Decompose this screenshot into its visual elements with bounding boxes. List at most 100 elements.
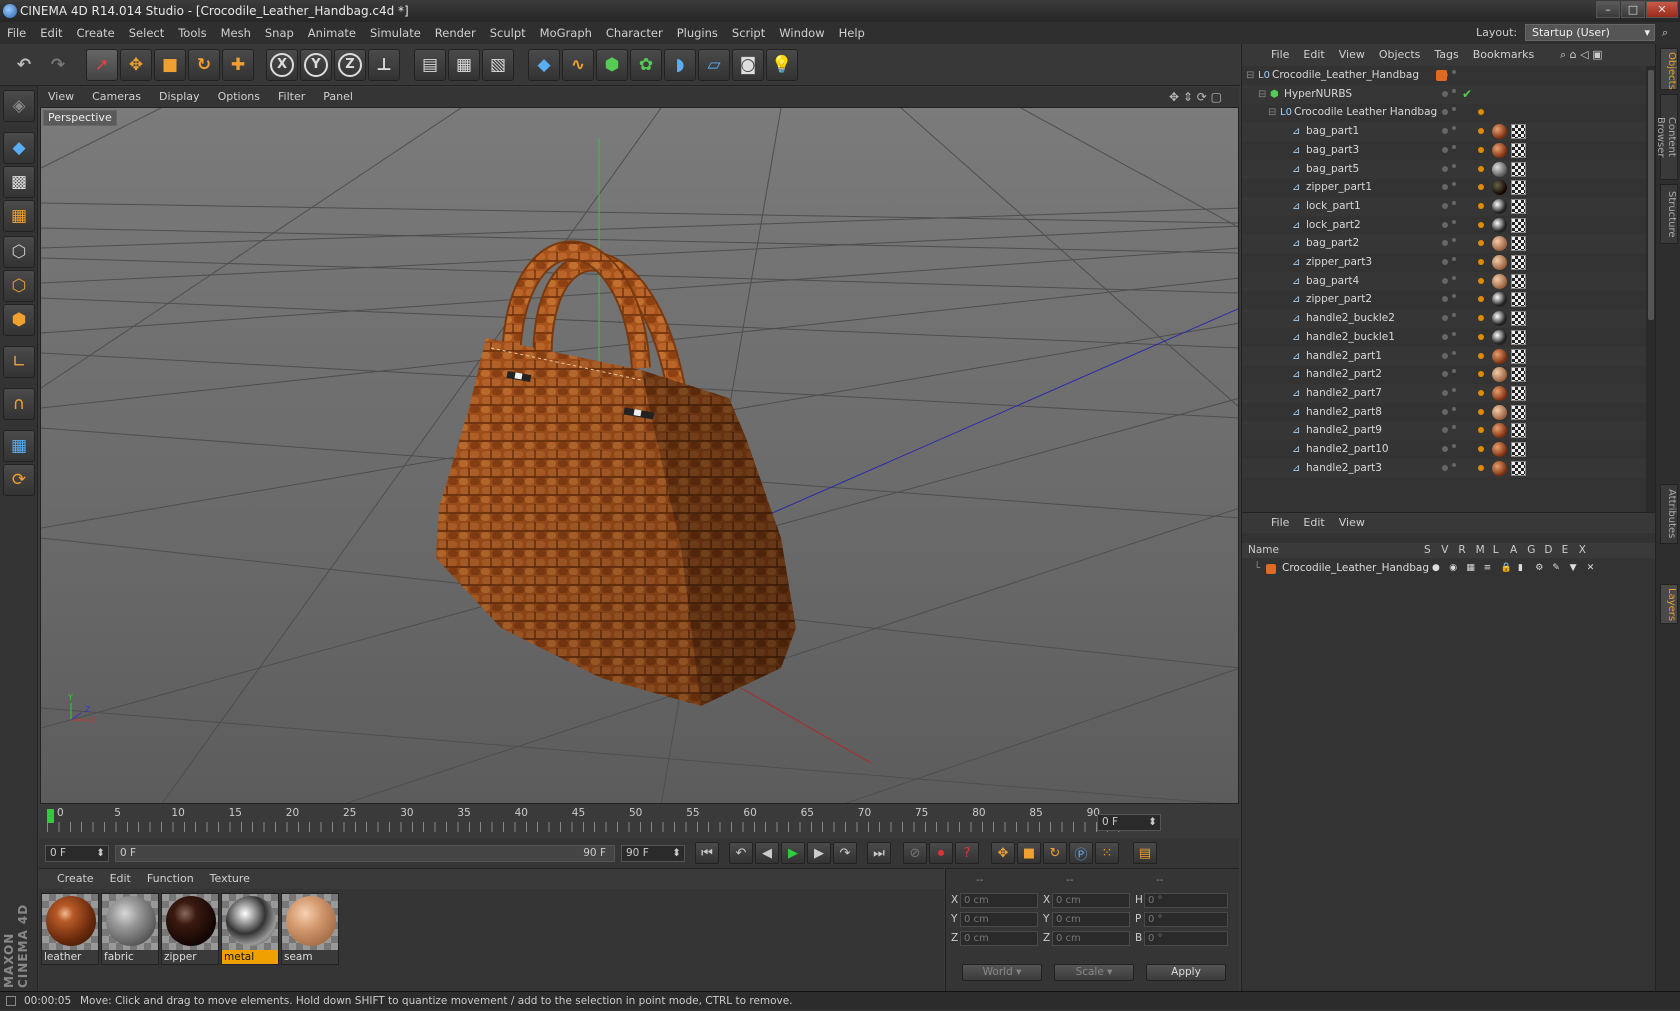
render-settings-icon[interactable]: ▧: [482, 49, 514, 81]
object-row[interactable]: ⊿ lock_part1: [1242, 196, 1646, 216]
material-tag-icon[interactable]: [1492, 180, 1507, 196]
viewport-menu-view[interactable]: View: [39, 87, 83, 107]
layer-flag-icon[interactable]: ⚙: [1535, 560, 1543, 577]
object-name[interactable]: handle2_part1: [1306, 347, 1382, 366]
position-field[interactable]: 0 cm: [960, 893, 1038, 908]
material-menu-function[interactable]: Function: [139, 869, 202, 889]
go-to-end-icon[interactable]: ⏭: [867, 842, 891, 864]
material-leather[interactable]: leather: [41, 893, 99, 965]
phong-tag-icon[interactable]: [1478, 277, 1484, 284]
move-tool-icon[interactable]: ✥: [120, 49, 152, 81]
editor-visibility-dot[interactable]: [1442, 128, 1448, 135]
phong-tag-icon[interactable]: [1478, 109, 1484, 116]
uvw-tag-icon[interactable]: [1511, 161, 1526, 177]
menu-sculpt[interactable]: Sculpt: [483, 22, 533, 44]
menu-edit[interactable]: Edit: [33, 22, 69, 44]
make-editable-icon[interactable]: ◈: [3, 90, 35, 122]
material-tag-icon[interactable]: [1492, 217, 1507, 233]
tab-content-browser[interactable]: Content Browser: [1655, 94, 1678, 180]
uvw-tag-icon[interactable]: [1511, 367, 1526, 383]
object-row[interactable]: ⊿ handle2_part8: [1242, 403, 1646, 422]
key-position-icon[interactable]: ✥: [991, 842, 1015, 864]
render-visibility-dot[interactable]: [1452, 219, 1456, 224]
object-row[interactable]: ⊿ zipper_part1: [1242, 178, 1646, 197]
edges-mode-icon[interactable]: ⬡: [3, 270, 35, 302]
layer-column-a[interactable]: A: [1510, 543, 1517, 558]
editor-visibility-dot[interactable]: [1442, 408, 1448, 415]
editor-visibility-dot[interactable]: [1442, 296, 1448, 303]
phong-tag-icon[interactable]: [1478, 446, 1484, 452]
layout-select[interactable]: Startup (User) ▾: [1525, 24, 1655, 41]
3d-viewport[interactable]: Y X Z Perspective: [40, 107, 1239, 804]
object-name[interactable]: handle2_buckle2: [1306, 309, 1395, 328]
object-row[interactable]: ⊿ handle2_part10: [1242, 440, 1646, 459]
material-menu-edit[interactable]: Edit: [102, 869, 139, 889]
light-icon[interactable]: 💡: [766, 49, 798, 81]
object-menu-edit[interactable]: Edit: [1296, 44, 1331, 66]
render-visibility-dot[interactable]: [1452, 257, 1456, 261]
phong-tag-icon[interactable]: [1478, 128, 1484, 135]
workplane-mode-icon[interactable]: ▦: [3, 200, 35, 232]
layer-name[interactable]: Crocodile_Leather_Handbag: [1282, 560, 1429, 577]
phong-tag-icon[interactable]: [1478, 371, 1484, 378]
layer-column-x[interactable]: X: [1579, 543, 1586, 558]
render-visibility-dot[interactable]: [1452, 444, 1456, 448]
object-name[interactable]: handle2_buckle1: [1306, 328, 1395, 347]
editor-visibility-dot[interactable]: [1442, 277, 1448, 284]
search-icon[interactable]: ⌕: [1662, 22, 1668, 44]
camera-icon[interactable]: ◙: [732, 49, 764, 81]
viewport-menu-filter[interactable]: Filter: [269, 87, 314, 107]
object-name[interactable]: handle2_part2: [1306, 365, 1382, 384]
object-name[interactable]: Crocodile_Leather_Handbag: [1272, 66, 1419, 85]
position-field[interactable]: 0 cm: [960, 912, 1038, 927]
rotation-field[interactable]: 0 °: [1144, 931, 1228, 946]
uvw-tag-icon[interactable]: [1511, 292, 1526, 308]
render-visibility-dot[interactable]: [1452, 200, 1456, 205]
phong-tag-icon[interactable]: [1478, 389, 1484, 396]
object-row[interactable]: ⊿ handle2_part3: [1242, 458, 1646, 478]
apply-button[interactable]: Apply: [1146, 964, 1226, 981]
uvw-tag-icon[interactable]: [1511, 329, 1526, 345]
object-row[interactable]: ⊿ bag_part4: [1242, 271, 1646, 291]
texture-mode-icon[interactable]: ▩: [3, 166, 35, 198]
uvw-tag-icon[interactable]: [1511, 142, 1526, 158]
object-row-group[interactable]: ⊟ L0 Crocodile Leather Handbag: [1242, 103, 1646, 122]
phong-tag-icon[interactable]: [1478, 296, 1484, 303]
object-row[interactable]: ⊿ handle2_part1: [1242, 346, 1646, 366]
tree-branch-icon[interactable]: ⊟: [1258, 85, 1266, 104]
layer-flag-icon[interactable]: ▮: [1518, 560, 1523, 577]
menu-render[interactable]: Render: [428, 22, 483, 44]
object-menu-bookmarks[interactable]: Bookmarks: [1466, 44, 1541, 66]
uvw-tag-icon[interactable]: [1511, 198, 1526, 214]
render-visibility-dot[interactable]: [1452, 144, 1456, 149]
editor-visibility-dot[interactable]: [1442, 146, 1448, 153]
render-visibility-dot[interactable]: [1452, 126, 1456, 131]
timeline-window-icon[interactable]: ▤: [1133, 842, 1157, 864]
coordinate-system-icon[interactable]: ⊥: [368, 49, 400, 81]
material-tag-icon[interactable]: [1492, 404, 1507, 420]
editor-visibility-dot[interactable]: [1442, 446, 1448, 452]
redo-icon[interactable]: ↷: [42, 49, 74, 81]
material-tag-icon[interactable]: [1492, 124, 1507, 140]
editor-visibility-dot[interactable]: [1442, 352, 1448, 359]
uvw-tag-icon[interactable]: [1511, 273, 1526, 289]
material-tag-icon[interactable]: [1492, 311, 1507, 327]
menu-file[interactable]: File: [0, 22, 33, 44]
render-visibility-dot[interactable]: [1452, 182, 1456, 187]
render-visibility-dot[interactable]: [1452, 462, 1456, 467]
render-visibility-dot[interactable]: [1452, 163, 1456, 168]
menu-character[interactable]: Character: [599, 22, 670, 44]
key-parameter-icon[interactable]: Ⓟ: [1069, 842, 1093, 864]
maximize-icon[interactable]: □: [1621, 1, 1645, 18]
material-tag-icon[interactable]: [1492, 442, 1507, 457]
menu-help[interactable]: Help: [832, 22, 872, 44]
layer-flag-icon[interactable]: 🔒: [1501, 560, 1512, 577]
material-tag-icon[interactable]: [1492, 161, 1507, 177]
menu-script[interactable]: Script: [725, 22, 772, 44]
render-visibility-dot[interactable]: [1452, 387, 1456, 392]
render-visibility-dot[interactable]: [1452, 331, 1456, 336]
material-tag-icon[interactable]: [1492, 273, 1507, 289]
editor-visibility-dot[interactable]: [1442, 427, 1448, 434]
spin-icon[interactable]: ⬍: [672, 846, 681, 861]
layer-column-l[interactable]: L: [1493, 543, 1499, 558]
